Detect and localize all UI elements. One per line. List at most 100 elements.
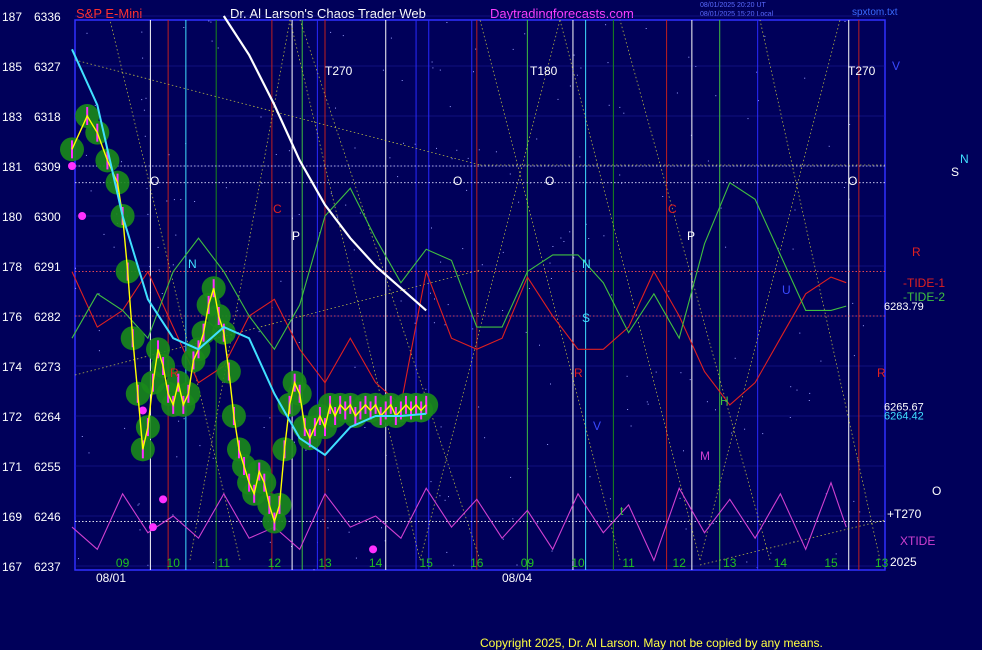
star-dot [425,388,427,390]
star-dot [720,207,722,209]
star-dot [78,558,79,560]
star-dot [560,237,562,239]
star-dot [655,371,657,373]
chart-annotation: O [848,174,857,188]
diagonal-line [74,269,481,376]
star-dot [770,552,772,554]
star-dot [359,212,361,214]
star-dot [580,67,582,69]
y-price-label: 6300 [34,210,61,224]
star-dot [390,37,392,39]
star-dot [509,173,511,175]
star-dot [330,31,332,33]
star-dot [81,436,83,437]
star-dot [804,77,806,79]
diagonal-line [299,19,481,561]
star-dot [756,71,758,73]
star-dot [434,298,435,300]
star-dot [853,500,855,502]
star-dot [269,541,271,543]
star-dot [495,151,497,153]
star-dot [792,248,794,250]
star-dot [477,312,479,314]
star-dot [809,392,811,394]
star-dot [183,418,185,420]
star-dot [199,445,201,447]
y-index-label: 171 [2,460,22,474]
star-dot [551,550,553,552]
star-dot [472,328,474,330]
star-dot [400,300,402,302]
chart-annotation: C [668,202,677,216]
star-dot [147,213,149,215]
star-dot [430,481,432,483]
chart-annotation: T270 [848,64,876,78]
star-dot [857,459,859,461]
star-dot [258,331,260,333]
star-dot [94,104,96,106]
star-dot [403,142,404,144]
star-dot [139,529,141,531]
star-dot [146,187,148,189]
star-dot [689,379,691,381]
right-legend-label: S [951,165,959,179]
star-dot [609,498,611,500]
star-dot [557,98,559,100]
star-dot [431,227,432,229]
chart-annotation: U [782,283,791,297]
star-dot [210,21,212,23]
diagonal-line [289,19,421,561]
star-dot [549,262,551,264]
star-dot [683,450,684,452]
star-dot [715,409,716,411]
star-dot [611,294,613,296]
star-dot [539,344,540,346]
site-link[interactable]: Daytradingforecasts.com [490,6,634,21]
star-dot [647,403,649,405]
star-dot [619,174,621,176]
y-price-label: 6264 [34,410,61,424]
starfield [75,20,864,571]
star-dot [715,95,717,97]
y-price-label: 6255 [34,460,61,474]
star-dot [213,562,214,564]
star-dot [382,69,384,71]
star-dot [364,427,366,428]
star-dot [589,476,591,478]
star-dot [588,238,590,239]
star-dot [158,269,160,271]
timestamp-ut: 08/01/2025 20:20 UT [700,2,766,9]
y-price-label: 6327 [34,60,61,74]
series-layer [60,15,847,562]
star-dot [330,193,332,195]
star-dot [550,278,552,279]
diagonal-line [419,19,561,561]
star-dot [764,35,766,37]
star-dot [75,267,76,269]
star-dot [298,342,300,343]
star-dot [432,67,434,69]
star-dot [478,406,480,408]
star-dot [453,564,455,566]
star-dot [536,522,538,524]
x-date-label: 08/04 [502,571,532,585]
star-dot [389,157,391,159]
chart-annotation: O [453,174,462,188]
price-dot [369,545,378,554]
star-dot [569,231,571,233]
star-dot [175,234,177,236]
x-hour-label: 10 [571,556,585,570]
diagonal-line [479,19,621,561]
star-dot [518,201,520,203]
grid-lines [75,15,885,567]
star-dot [446,22,448,23]
x-hour-label: 14 [369,556,383,570]
star-dot [439,495,441,497]
star-dot [313,569,315,571]
y-price-label: 6291 [34,260,61,274]
star-dot [607,62,609,64]
y-index-label: 174 [2,360,22,374]
star-dot [706,401,708,403]
star-dot [668,290,670,292]
data-file-name: spxtom.txt [852,7,898,18]
